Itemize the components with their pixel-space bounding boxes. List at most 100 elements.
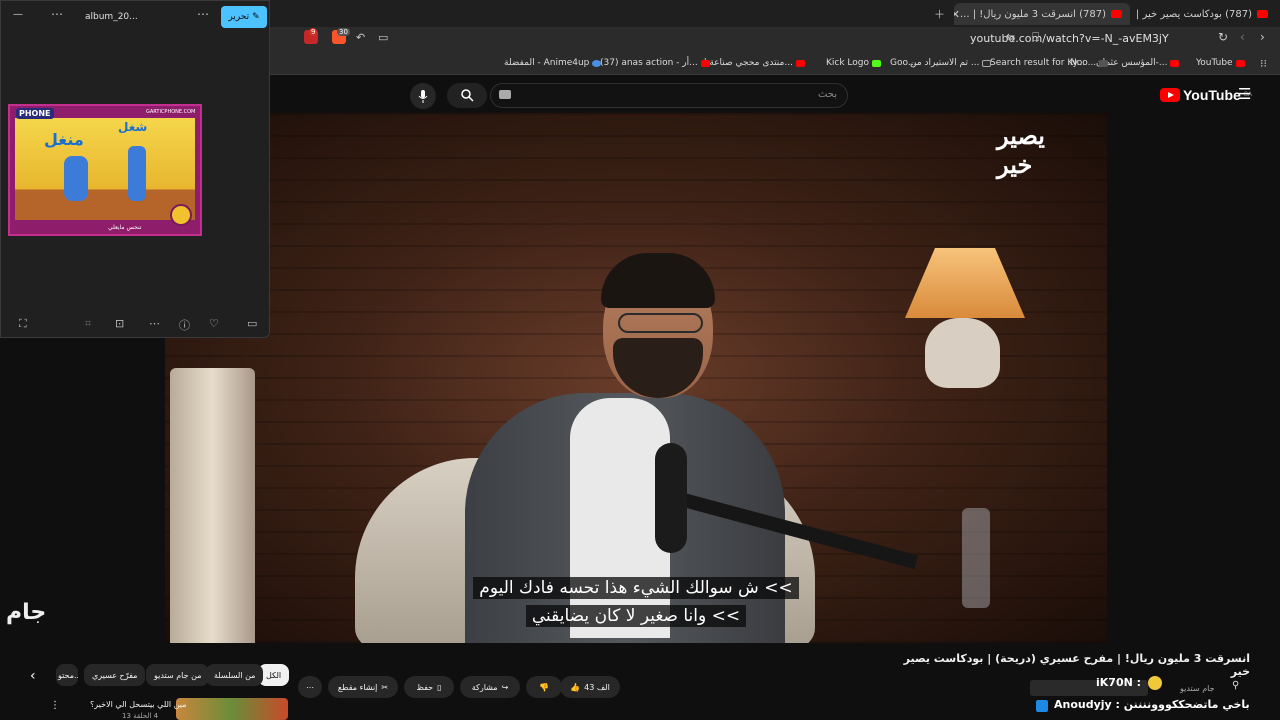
recommendation-thumbnail[interactable] (176, 698, 288, 720)
back-icon[interactable]: ‹ (1240, 30, 1245, 44)
tab-label: (787) بودكاست يصير خير | ما أقدر أقول... (1136, 8, 1252, 20)
site-icon (1099, 59, 1109, 67)
youtube-header: بحث YouTube SA ☰ (270, 75, 1280, 113)
youtube-icon (1170, 59, 1180, 67)
youtube-icon (700, 59, 710, 67)
more-icon[interactable]: ⋯ (149, 317, 160, 330)
more-icon: ⋯ (306, 682, 314, 692)
side-watermark: جام (6, 600, 47, 625)
microphone-icon (418, 89, 428, 103)
save-button[interactable]: حفظ ▯ (404, 676, 454, 698)
cartoon-figure (128, 146, 146, 201)
chat-emote-icon (1148, 676, 1162, 690)
thumb-text: شغل (118, 120, 148, 134)
new-tab-button[interactable]: ＋ (934, 6, 945, 22)
bookmark-item[interactable]: (37) anas action - أر... (600, 58, 710, 68)
keyboard-icon[interactable] (499, 90, 511, 99)
shield-badge: 30 (337, 28, 350, 36)
chip-guest[interactable]: مفرّح عسيري (84, 664, 146, 686)
bookmark-save-icon: ▯ (437, 682, 442, 692)
search-input[interactable]: بحث (490, 83, 848, 108)
favorite-heart-icon[interactable]: ♡ (209, 317, 219, 330)
studio-microphone (655, 443, 687, 553)
bookmark-item[interactable]: المفضلة - Anime4up (504, 58, 602, 68)
reload-icon[interactable]: ↻ (1218, 30, 1228, 44)
bookmark-item[interactable]: Goo... (890, 58, 916, 68)
voice-search-button[interactable] (410, 83, 436, 109)
more-options-icon[interactable]: ⋯ (197, 7, 209, 21)
tab-label: (787) انسرقت 3 مليون ريال! | ... (960, 8, 1106, 20)
cartoon-scene (15, 118, 195, 220)
bookmarks-bar: YouTube المؤسس عثمان-... Noo... Search r… (270, 53, 1280, 75)
youtube-favicon-icon (1111, 10, 1122, 18)
edit-pencil-icon: ✎ (252, 12, 260, 22)
search-button[interactable] (447, 83, 487, 108)
youtube-favicon-icon (1257, 10, 1268, 18)
bookmark-icon[interactable]: ⎕ (1032, 30, 1039, 45)
bookmark-item[interactable]: منتدى محجي صناعة ا... (704, 58, 805, 68)
subtitle-line: >> وانا صغير لا كان يضايقني (165, 605, 1107, 627)
share-arrow-icon: ↪ (501, 682, 509, 692)
minimize-icon[interactable]: — (13, 9, 23, 20)
decor-column (170, 368, 255, 643)
kick-icon (872, 59, 882, 67)
video-player[interactable]: يصير خير >> ش سوالك الشيء هذا تحسه فادك … (165, 113, 1107, 643)
channel-avatar-icon[interactable]: ⚲ (1232, 680, 1239, 691)
thumb-footer: تنحس مايعلي (108, 224, 142, 231)
chat-badge-icon (1036, 700, 1048, 712)
search-icon (460, 89, 474, 102)
channel-name[interactable]: جام ستديو (1180, 684, 1215, 693)
glasses (618, 313, 703, 333)
crop-icon[interactable]: ⌗ (85, 317, 91, 331)
hamburger-menu-icon[interactable]: ☰ (1238, 85, 1251, 103)
clip-button[interactable]: إنشاء مقطع ✂ (328, 676, 398, 698)
photos-window: — ⋯ album_20... ⋯ تحرير ✎ PHONE GARTICPHO… (0, 0, 270, 338)
tab-active[interactable]: (787) انسرقت 3 مليون ريال! | ... ✕ (954, 3, 1130, 25)
url-field[interactable]: youtube.com/watch?v=-N_-avEM3jY (970, 32, 1169, 45)
tab-inactive[interactable]: (787) بودكاست يصير خير | ما أقدر أقول... (1136, 3, 1276, 25)
bookmark-item[interactable]: المؤسس عثمان-... (1096, 58, 1180, 68)
edit-button[interactable]: تحرير ✎ (221, 6, 267, 28)
bookmark-item[interactable]: Search result for Ky... (990, 58, 1085, 68)
like-button[interactable]: 👍 43 الف (560, 676, 620, 698)
anime-icon (592, 59, 602, 67)
photo-filename: album_20... (85, 12, 138, 22)
close-tab-icon[interactable]: ✕ (954, 8, 960, 21)
subtitle-line: >> ش سوالك الشيء هذا تحسه فادك اليوم (165, 577, 1107, 599)
badge-icon (170, 204, 192, 226)
share-button[interactable]: مشاركة ↪ (460, 676, 520, 698)
bookmark-item[interactable]: تم الاستيراد من ... (910, 58, 992, 68)
folder-icon (982, 59, 992, 67)
share-icon[interactable]: ↶ (356, 31, 365, 44)
youtube-icon (1235, 59, 1245, 67)
forward-icon[interactable]: › (1260, 30, 1265, 44)
garticphone-logo: PHONE (16, 108, 54, 119)
recommendation-menu-icon[interactable]: ⋮ (50, 700, 60, 711)
chips-scroll-left-icon[interactable]: ‹ (30, 668, 36, 684)
more-options-icon[interactable]: ⋯ (51, 7, 63, 21)
bookmark-item[interactable]: YouTube (1196, 58, 1245, 68)
screenshot-icon[interactable]: ▭ (378, 31, 388, 44)
chip-more[interactable]: محتو... (56, 664, 78, 686)
youtube-play-icon (1160, 88, 1180, 102)
chip-channel[interactable]: من جام ستديو (146, 664, 210, 686)
filmstrip-icon[interactable]: ▭ (247, 317, 257, 330)
bookmarks-menu-icon[interactable]: ⁝⁝ (1260, 57, 1267, 70)
scan-icon[interactable]: ⊡ (115, 317, 124, 330)
lamp-base (925, 318, 1000, 388)
thumbs-up-icon: 👍 (570, 682, 581, 692)
bookmark-item[interactable]: Kick Logo (826, 58, 882, 68)
youtube-icon (795, 59, 805, 67)
info-icon[interactable]: ⓘ (179, 317, 190, 333)
scissors-icon: ✂ (381, 682, 389, 692)
dislike-button[interactable]: 👎 (526, 676, 562, 698)
chat-message-2: Anoudyjy : باخي ماتضحككوووننننن (1054, 698, 1250, 711)
site-settings-icon[interactable]: ⇆ (1006, 31, 1015, 44)
cartoon-figure (64, 156, 88, 201)
fullscreen-icon[interactable]: ⛶ (19, 317, 27, 331)
chip-series[interactable]: من السلسلة (206, 664, 264, 686)
photo-preview[interactable]: PHONE GARTICPHONE.COM منغل شغل تنحس مايع… (8, 104, 202, 236)
search-placeholder: بحث (817, 89, 837, 100)
more-actions-button[interactable]: ⋯ (298, 676, 322, 698)
recommendation-title[interactable]: مين اللي بيتسحل الي الاخير؟ (90, 700, 186, 709)
